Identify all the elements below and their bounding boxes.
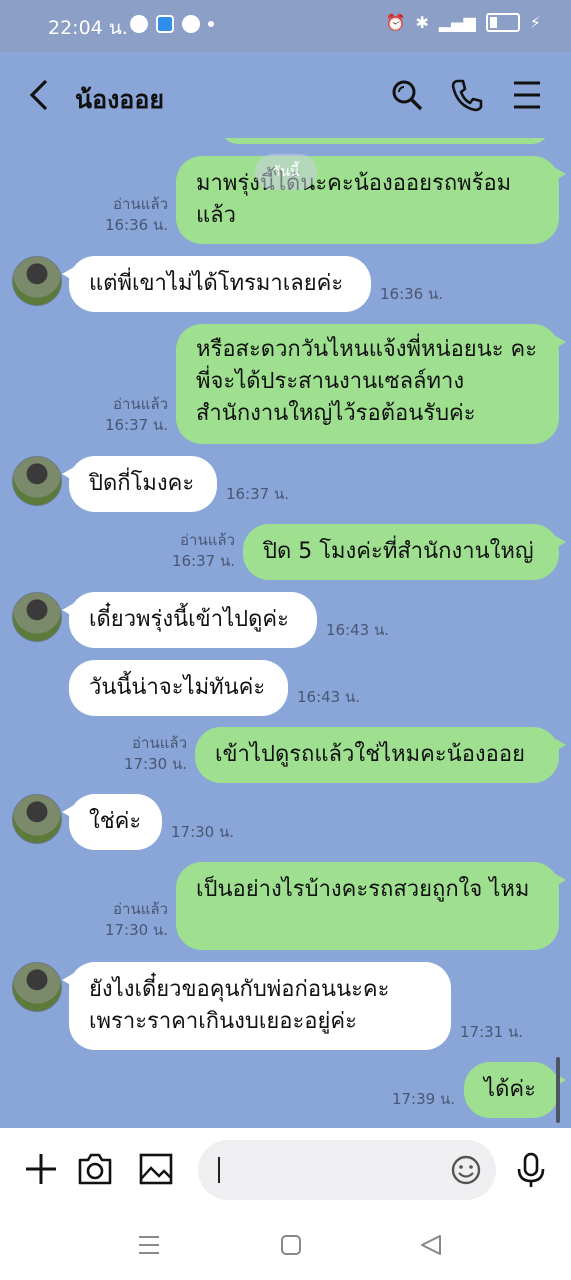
message-input-bar xyxy=(0,1128,571,1214)
camera-icon[interactable] xyxy=(77,1152,113,1186)
message-time: 17:31 น. xyxy=(460,1023,524,1041)
avatar[interactable] xyxy=(12,456,62,506)
message-bubble-in[interactable]: แต่พี่เขาไม่ได้โทรมาเลยค่ะ xyxy=(62,256,371,312)
message-meta: อ่านแล้ว 16:37 น. xyxy=(172,530,235,572)
home-icon[interactable] xyxy=(280,1234,302,1256)
message-time: 17:30 น. xyxy=(123,755,187,773)
message-time: 16:37 น. xyxy=(104,416,168,434)
more-dot-icon xyxy=(208,21,214,27)
message-bubble-in[interactable]: ยังไงเดี๋ยวขอคุนกับพ่อก่อนนะคะ เพราะราคา… xyxy=(62,962,451,1050)
date-chip: วันนี้ xyxy=(255,154,317,190)
alarm-icon: ⏰ xyxy=(385,13,406,32)
search-icon[interactable] xyxy=(390,78,424,112)
avatar[interactable] xyxy=(12,962,62,1012)
message-bubble-out[interactable]: หรือสะดวกวันไหนแจ้งพี่หน่อยนะ คะพี่จะได้… xyxy=(176,324,566,444)
avatar[interactable] xyxy=(12,794,62,844)
phone-icon[interactable] xyxy=(451,78,483,112)
message-time: 17:39 น. xyxy=(391,1090,455,1108)
message-time: 16:36 น. xyxy=(104,216,168,234)
message-bubble-in[interactable]: ใช่ค่ะ xyxy=(62,794,162,850)
chat-title: น้องออย xyxy=(75,85,164,114)
notification-icons xyxy=(130,15,214,33)
read-receipt: อ่านแล้ว xyxy=(113,395,168,413)
plus-icon[interactable] xyxy=(24,1152,58,1186)
avatar[interactable] xyxy=(12,592,62,642)
image-icon[interactable] xyxy=(138,1152,174,1186)
message-time: 16:36 น. xyxy=(380,285,444,303)
message-time: 17:30 น. xyxy=(104,921,168,939)
message-bubble-out[interactable]: ปิด 5 โมงค่ะที่สำนักงานใหญ่ xyxy=(243,524,566,580)
bluetooth-icon: ✱ xyxy=(415,13,429,32)
message-time: 16:37 น. xyxy=(226,485,290,503)
message-meta: อ่านแล้ว 16:36 น. xyxy=(105,194,168,236)
read-receipt: อ่านแล้ว xyxy=(180,531,235,549)
avatar[interactable] xyxy=(12,256,62,306)
status-bar: 22:04 น. ⏰ ✱ ▂▄▆ ⚡ xyxy=(0,0,571,52)
message-time: 17:30 น. xyxy=(171,823,235,841)
read-receipt: อ่านแล้ว xyxy=(113,195,168,213)
chat-notification-icon xyxy=(130,15,148,33)
message-bubble-in[interactable]: เดี๋ยวพรุ่งนี้เข้าไปดูค่ะ xyxy=(62,592,317,648)
read-receipt: อ่านแล้ว xyxy=(113,900,168,918)
message-meta: อ่านแล้ว 17:30 น. xyxy=(105,899,168,941)
app-notification-icon xyxy=(156,15,174,33)
signal-icon: ▂▄▆ xyxy=(438,13,476,32)
battery-icon xyxy=(485,13,520,32)
message-meta: อ่านแล้ว 16:37 น. xyxy=(105,394,168,436)
menu-icon[interactable] xyxy=(513,78,541,112)
message-time: 16:37 น. xyxy=(171,552,235,570)
system-icons: ⏰ ✱ ▂▄▆ ⚡ xyxy=(386,13,541,32)
back-nav-icon[interactable] xyxy=(420,1234,442,1256)
message-time: 16:43 น. xyxy=(297,688,361,706)
emoji-icon[interactable] xyxy=(450,1154,482,1186)
message-bubble-out[interactable]: มาพรุ่งนี้ได้นะคะน้องออยรถพร้อม แล้ว xyxy=(176,156,566,244)
scrollbar[interactable] xyxy=(556,1057,560,1123)
status-time: 22:04 น. xyxy=(48,17,128,39)
mic-icon[interactable] xyxy=(516,1152,546,1188)
chat-area[interactable]: มาพรุ่งนี้ได้นะคะน้องออยรถพร้อม แล้ว วัน… xyxy=(0,138,571,1128)
message-bubble-out[interactable]: เป็นอย่างไรบ้างคะรถสวยถูกใจ ไหม xyxy=(176,862,566,950)
recent-apps-icon[interactable] xyxy=(138,1234,160,1256)
message-bubble-out[interactable]: เข้าไปดูรถแล้วใช่ไหมคะน้องออย xyxy=(195,727,566,783)
message-meta: อ่านแล้ว 17:30 น. xyxy=(124,733,187,775)
charging-icon: ⚡ xyxy=(529,13,541,32)
message-bubble-in[interactable]: ปิดกี่โมงคะ xyxy=(62,456,217,512)
message-bubble-in[interactable]: วันนี้น่าจะไม่ทันค่ะ xyxy=(69,660,288,716)
line-notification-icon xyxy=(182,15,200,33)
message-time: 16:43 น. xyxy=(326,621,390,639)
message-bubble-partial xyxy=(220,138,550,144)
message-bubble-out[interactable]: ได้ค่ะ xyxy=(464,1062,566,1118)
message-input[interactable] xyxy=(198,1140,496,1200)
chat-header: น้องออย xyxy=(0,52,571,138)
chevron-left-icon[interactable] xyxy=(26,78,56,112)
read-receipt: อ่านแล้ว xyxy=(132,734,187,752)
system-nav-bar xyxy=(0,1214,571,1280)
text-caret xyxy=(218,1157,220,1183)
